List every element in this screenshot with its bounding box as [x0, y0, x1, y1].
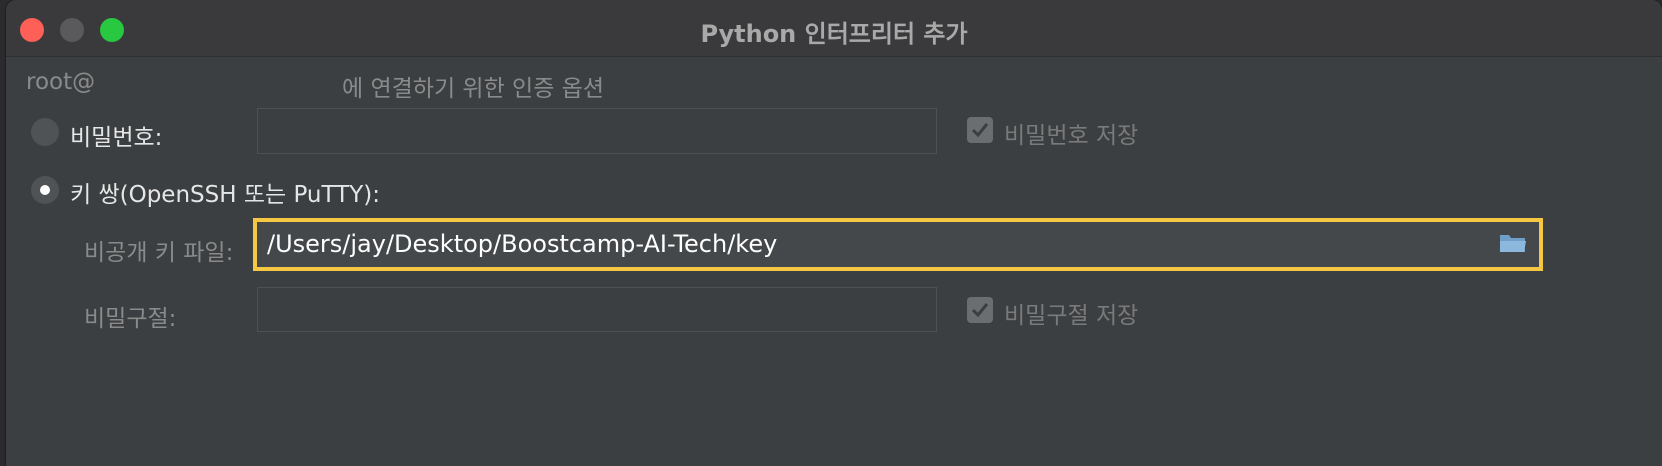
private-key-label: 비공개 키 파일: — [84, 240, 234, 266]
dialog-title: Python 인터프리터 추가 — [700, 20, 968, 48]
add-python-interpreter-dialog: Python 인터프리터 추가 root@ 에 연결하기 위한 인증 옵션 비밀… — [6, 0, 1662, 466]
save-password-checkbox[interactable] — [967, 117, 993, 143]
passphrase-label: 비밀구절: — [84, 306, 177, 332]
private-key-input[interactable]: /Users/jay/Desktop/Boostcamp-AI-Tech/key — [253, 218, 1543, 271]
password-input[interactable] — [257, 108, 937, 154]
checkmark-icon — [971, 123, 989, 138]
auth-options-panel: root@ 에 연결하기 위한 인증 옵션 비밀번호: 비밀번호 저장 키 쌍(… — [6, 57, 1662, 466]
key-pair-radio[interactable] — [31, 176, 59, 204]
auth-user-prefix: root@ — [26, 69, 96, 95]
title-bar: Python 인터프리터 추가 — [6, 0, 1662, 57]
save-passphrase-label: 비밀구절 저장 — [1004, 303, 1139, 329]
passphrase-input[interactable] — [257, 287, 937, 332]
folder-icon[interactable] — [1499, 231, 1527, 255]
auth-header-text: 에 연결하기 위한 인증 옵션 — [342, 76, 605, 102]
save-password-label: 비밀번호 저장 — [1004, 123, 1139, 149]
checkmark-icon — [971, 303, 989, 318]
key-pair-radio-label: 키 쌍(OpenSSH 또는 PuTTY): — [70, 182, 380, 208]
password-radio-label: 비밀번호: — [70, 125, 163, 151]
save-passphrase-checkbox[interactable] — [967, 297, 993, 323]
private-key-value: /Users/jay/Desktop/Boostcamp-AI-Tech/key — [267, 230, 778, 258]
password-radio[interactable] — [31, 118, 59, 146]
